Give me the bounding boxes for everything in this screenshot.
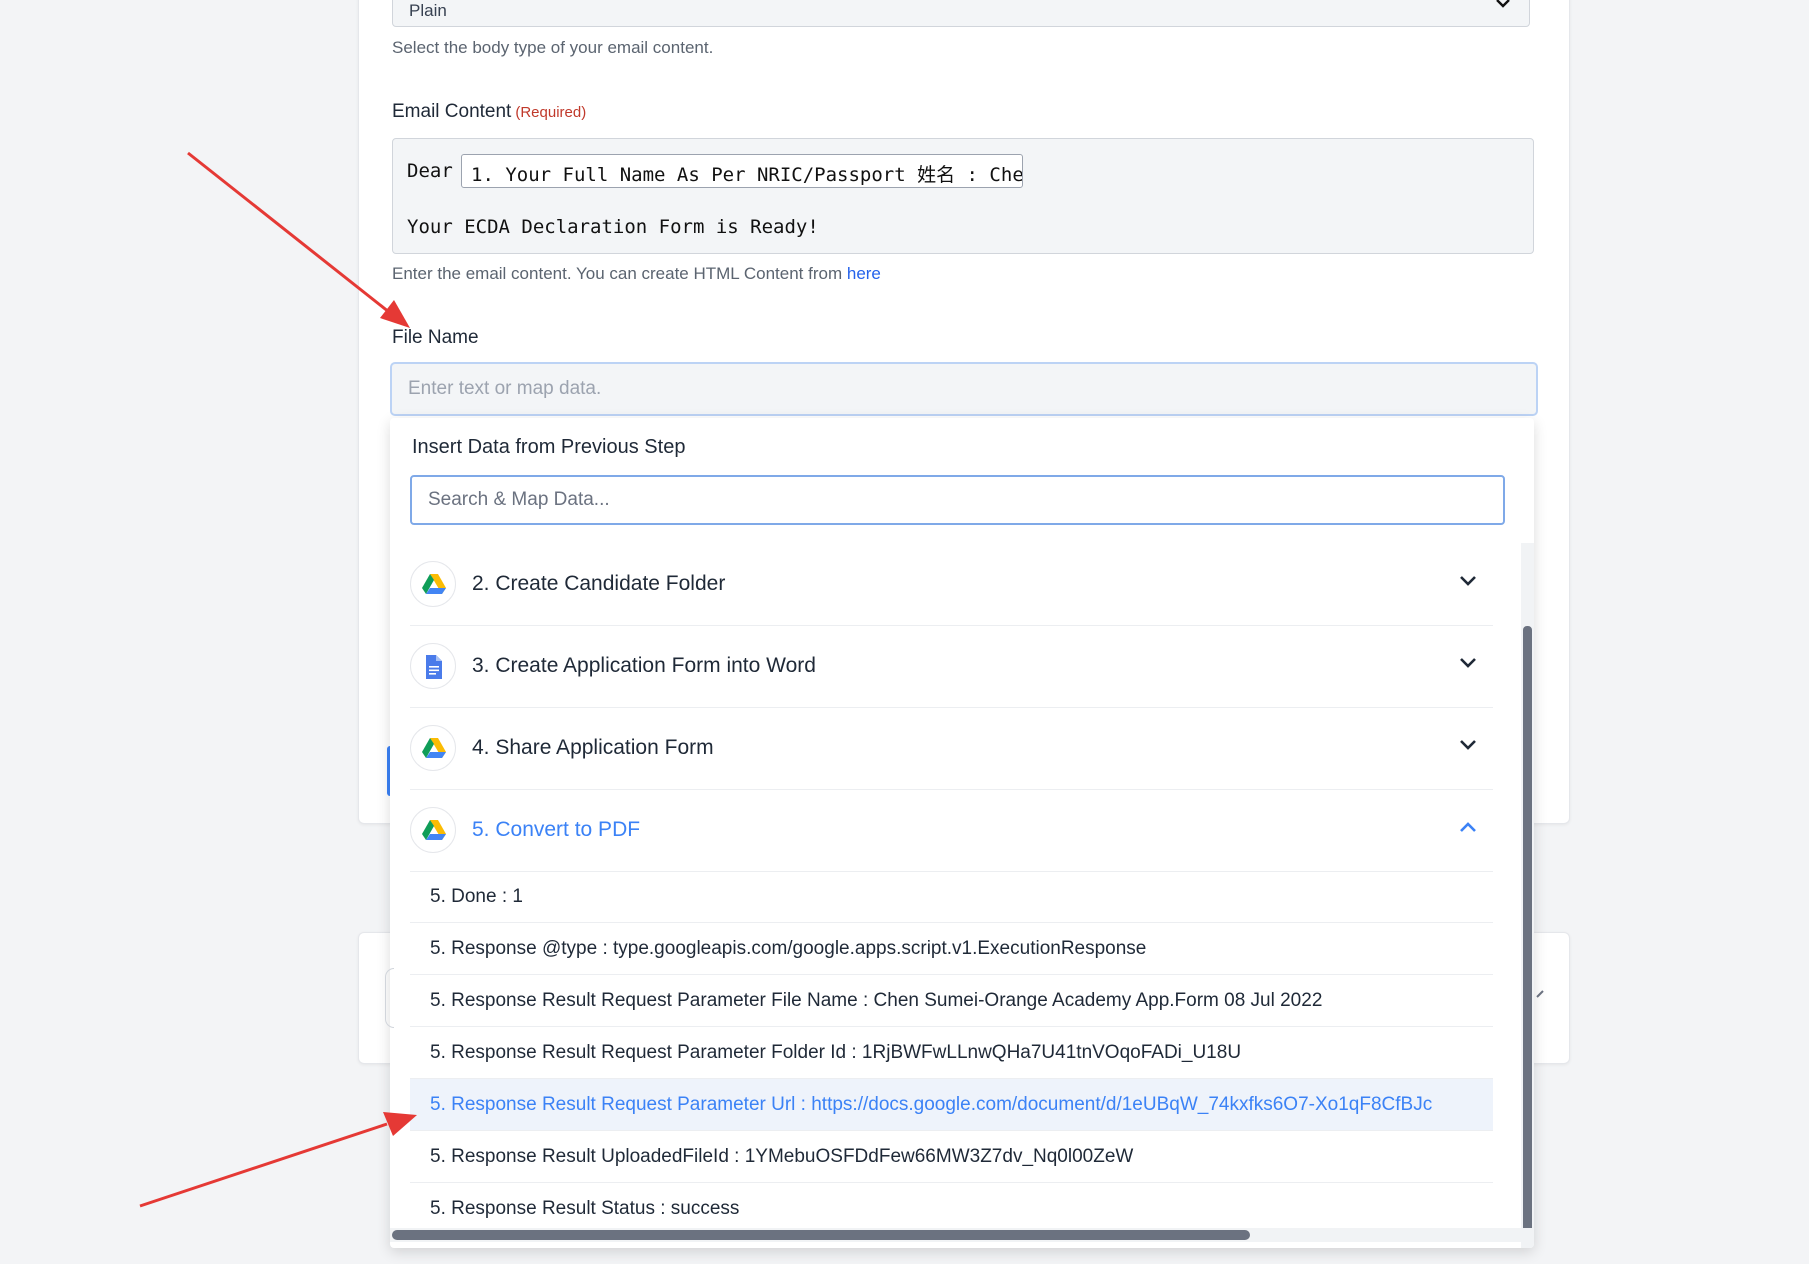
email-content-hint: Enter the email content. You can create … — [392, 264, 881, 284]
chevron-down-icon[interactable] — [1459, 574, 1477, 592]
email-content-editor[interactable]: Dear 1. Your Full Name As Per NRIC/Passp… — [392, 138, 1534, 254]
insert-data-dropdown: Insert Data from Previous Step 2. Create… — [390, 418, 1534, 1248]
insert-data-title: Insert Data from Previous Step — [412, 436, 686, 458]
map-data-item[interactable]: 5. Response @type : type.googleapis.com/… — [410, 923, 1493, 975]
email-content-label: Email Content (Required) — [392, 101, 586, 123]
map-data-item[interactable]: 5. Response Result Request Parameter Fol… — [410, 1027, 1493, 1079]
step-share-application-form[interactable]: 4. Share Application Form — [410, 707, 1493, 790]
annotation-arrow-icon — [139, 1112, 417, 1208]
google-docs-icon — [410, 643, 456, 689]
body-type-value: Plain — [409, 1, 447, 20]
lower-card-avatar-edge — [385, 968, 394, 1028]
step-convert-to-pdf[interactable]: 5. Convert to PDF — [410, 789, 1493, 872]
html-content-link[interactable]: here — [847, 264, 881, 283]
chevron-down-icon[interactable] — [1459, 656, 1477, 674]
step-label: 3. Create Application Form into Word — [472, 654, 816, 677]
email-content-label-text: Email Content — [392, 101, 512, 122]
step-create-application-form[interactable]: 3. Create Application Form into Word — [410, 625, 1493, 708]
file-name-input[interactable] — [390, 362, 1538, 416]
mapped-field-token[interactable]: 1. Your Full Name As Per NRIC/Passport 姓… — [461, 154, 1023, 188]
annotation-arrow-icon — [187, 151, 410, 328]
map-data-search-input[interactable] — [410, 475, 1505, 525]
body-type-hint: Select the body type of your email conte… — [392, 38, 714, 57]
step-create-candidate-folder[interactable]: 2. Create Candidate Folder — [410, 543, 1493, 626]
chevron-up-icon[interactable] — [1459, 820, 1477, 838]
google-drive-icon — [410, 561, 456, 607]
map-data-item[interactable]: 5. Done : 1 — [410, 871, 1493, 923]
chevron-down-icon[interactable] — [1459, 738, 1477, 756]
map-data-item[interactable]: 5. Response Result UploadedFileId : 1YMe… — [410, 1131, 1493, 1183]
chevron-down-icon[interactable] — [1535, 988, 1549, 1007]
body-type-select[interactable]: Plain — [392, 0, 1530, 27]
email-body-line: Your ECDA Declaration Form is Ready! — [407, 216, 819, 238]
step-label: 5. Convert to PDF — [472, 818, 641, 841]
required-tag: (Required) — [515, 104, 587, 121]
map-data-item[interactable]: 5. Response Result Request Parameter Fil… — [410, 975, 1493, 1027]
step-label: 4. Share Application Form — [472, 736, 714, 759]
email-content-hint-text: Enter the email content. You can create … — [392, 264, 843, 283]
vertical-scrollbar[interactable] — [1523, 626, 1532, 1238]
google-drive-icon — [410, 807, 456, 853]
google-drive-icon — [410, 725, 456, 771]
horizontal-scrollbar[interactable] — [392, 1230, 1250, 1240]
map-data-item-url[interactable]: 5. Response Result Request Parameter Url… — [410, 1079, 1493, 1131]
chevron-down-icon — [1495, 0, 1511, 11]
step-label: 2. Create Candidate Folder — [472, 572, 726, 595]
